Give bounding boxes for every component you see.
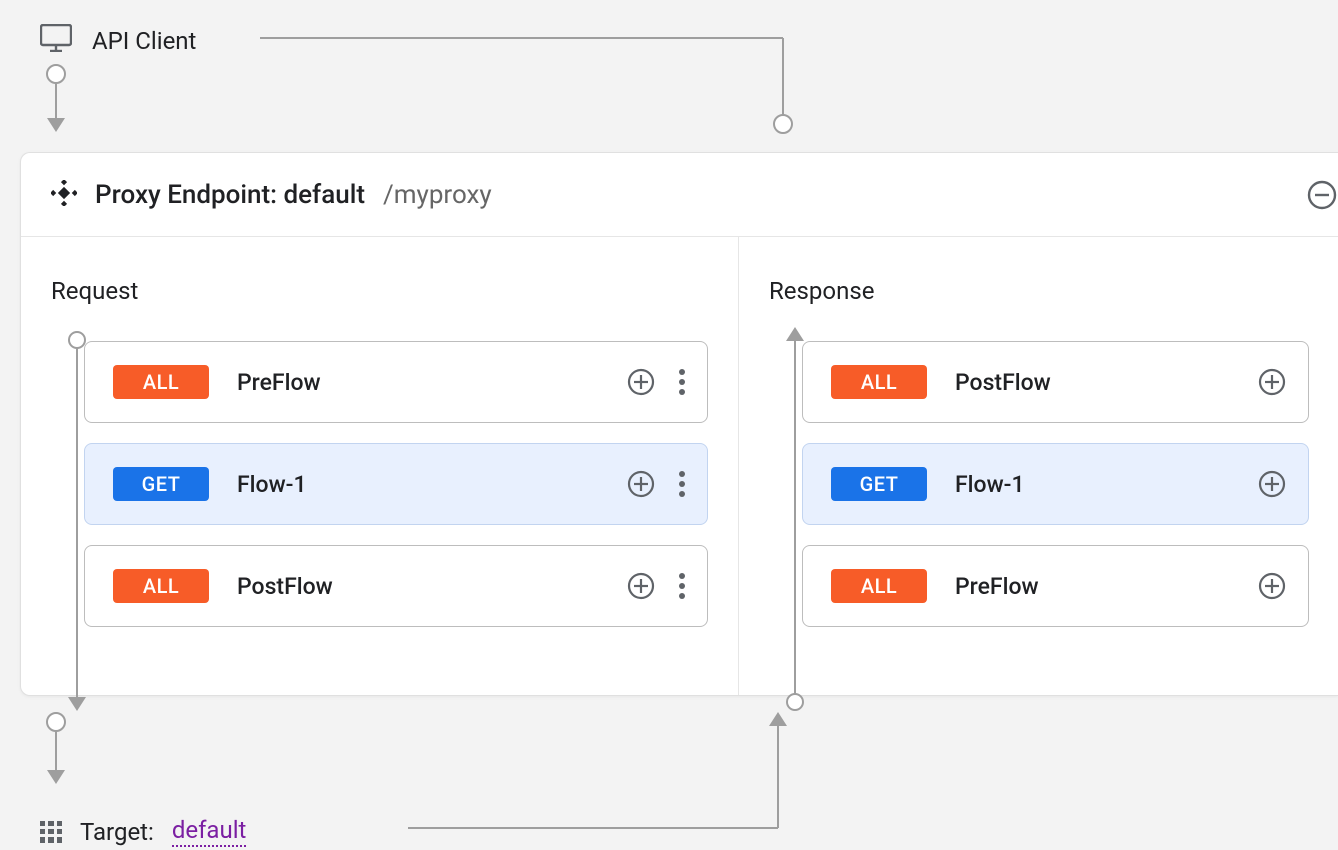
request-flows: ALL PreFlow GET Flow-1 ALL xyxy=(84,341,708,627)
flow-row[interactable]: ALL PostFlow xyxy=(84,545,708,627)
add-step-icon[interactable] xyxy=(1258,368,1286,396)
add-step-icon[interactable] xyxy=(627,572,655,600)
verb-badge: GET xyxy=(113,467,209,501)
flow-row[interactable]: GET Flow-1 xyxy=(802,443,1309,525)
target-label: Target: xyxy=(80,818,154,846)
add-step-icon[interactable] xyxy=(1258,572,1286,600)
response-axis-end xyxy=(786,693,804,711)
flow-name: PostFlow xyxy=(955,369,1051,396)
flow-row[interactable]: ALL PreFlow xyxy=(84,341,708,423)
api-client-row: API Client xyxy=(40,24,196,58)
more-icon[interactable] xyxy=(679,471,685,497)
verb-badge: ALL xyxy=(113,569,209,603)
flow-row[interactable]: GET Flow-1 xyxy=(84,443,708,525)
flow-row[interactable]: ALL PreFlow xyxy=(802,545,1309,627)
panel-body: Request ALL PreFlow GET Flow-1 xyxy=(21,237,1338,695)
request-axis xyxy=(76,339,78,703)
verb-badge: ALL xyxy=(831,365,927,399)
request-column: Request ALL PreFlow GET Flow-1 xyxy=(21,237,739,695)
add-step-icon[interactable] xyxy=(1258,470,1286,498)
response-axis xyxy=(794,339,796,703)
api-client-label: API Client xyxy=(92,27,196,55)
target-row: Target: default xyxy=(40,816,246,847)
response-axis-arrow xyxy=(786,327,804,341)
response-flows: ALL PostFlow GET Flow-1 ALL PreFlow xyxy=(802,341,1309,627)
flow-name: Flow-1 xyxy=(237,471,307,498)
response-column: Response ALL PostFlow GET Flow-1 xyxy=(739,237,1338,695)
response-title: Response xyxy=(769,277,1309,305)
request-title: Request xyxy=(51,277,708,305)
flow-name: Flow-1 xyxy=(955,471,1025,498)
apps-icon xyxy=(40,821,62,843)
verb-badge: ALL xyxy=(113,365,209,399)
verb-badge: ALL xyxy=(831,569,927,603)
verb-badge: GET xyxy=(831,467,927,501)
request-axis-arrow xyxy=(68,697,86,711)
more-icon[interactable] xyxy=(679,369,685,395)
add-step-icon[interactable] xyxy=(627,368,655,396)
panel-path: /myproxy xyxy=(383,180,492,210)
flow-row[interactable]: ALL PostFlow xyxy=(802,341,1309,423)
monitor-icon xyxy=(40,24,72,58)
flow-name: PostFlow xyxy=(237,573,333,600)
collapse-icon[interactable] xyxy=(1306,179,1338,211)
panel-title: Proxy Endpoint: default xyxy=(95,180,365,210)
target-link[interactable]: default xyxy=(172,816,247,847)
proxy-endpoint-panel: Proxy Endpoint: default /myproxy Request… xyxy=(20,152,1338,696)
flow-name: PreFlow xyxy=(237,369,321,396)
more-icon[interactable] xyxy=(679,573,685,599)
add-step-icon[interactable] xyxy=(627,470,655,498)
flow-name: PreFlow xyxy=(955,573,1039,600)
diamond-icon xyxy=(51,180,77,210)
panel-header: Proxy Endpoint: default /myproxy xyxy=(21,153,1338,237)
